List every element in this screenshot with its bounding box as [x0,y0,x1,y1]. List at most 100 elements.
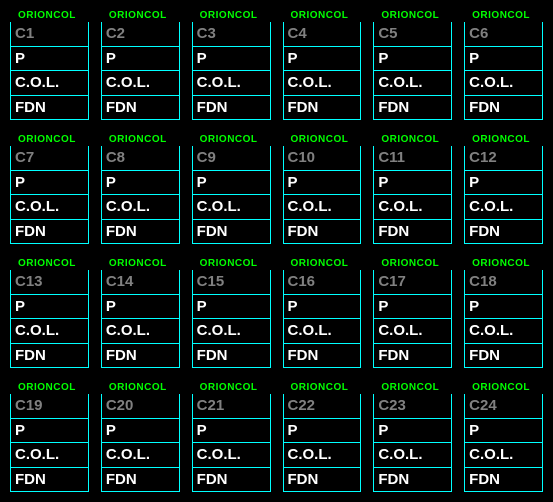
column-block: ORIONCOLC4PC.O.L.FDN [283,10,362,120]
column-block: ORIONCOLC1PC.O.L.FDN [10,10,89,120]
field-row: P [101,419,180,444]
column-block: ORIONCOLC13PC.O.L.FDN [10,258,89,368]
column-id: C16 [283,270,362,295]
field-row: C.O.L. [464,319,543,344]
field-row: FDN [373,220,452,245]
column-id: C22 [283,394,362,419]
field-row: FDN [283,468,362,493]
block-type-label: ORIONCOL [101,382,180,393]
field-row: FDN [10,220,89,245]
block-type-label: ORIONCOL [192,258,271,269]
field-row: C.O.L. [101,319,180,344]
column-grid: ORIONCOLC1PC.O.L.FDNORIONCOLC2PC.O.L.FDN… [10,10,543,492]
field-row: C.O.L. [192,195,271,220]
column-id: C11 [373,146,452,171]
block-type-label: ORIONCOL [373,10,452,21]
field-row: C.O.L. [373,195,452,220]
column-block: ORIONCOLC2PC.O.L.FDN [101,10,180,120]
field-row: P [283,419,362,444]
field-row: C.O.L. [10,71,89,96]
column-id: C13 [10,270,89,295]
column-id: C4 [283,22,362,47]
column-id: C17 [373,270,452,295]
column-id: C12 [464,146,543,171]
field-row: C.O.L. [101,71,180,96]
field-row: P [192,295,271,320]
field-row: FDN [101,96,180,121]
field-row: P [464,171,543,196]
block-type-label: ORIONCOL [464,382,543,393]
column-id: C18 [464,270,543,295]
field-row: C.O.L. [464,71,543,96]
field-row: P [192,47,271,72]
column-block: ORIONCOLC17PC.O.L.FDN [373,258,452,368]
field-row: P [101,47,180,72]
block-type-label: ORIONCOL [283,258,362,269]
field-row: C.O.L. [373,319,452,344]
block-type-label: ORIONCOL [10,258,89,269]
column-id: C19 [10,394,89,419]
block-type-label: ORIONCOL [10,134,89,145]
block-type-label: ORIONCOL [101,134,180,145]
field-row: P [101,295,180,320]
field-row: FDN [283,96,362,121]
field-row: P [373,295,452,320]
block-type-label: ORIONCOL [10,382,89,393]
field-row: FDN [373,96,452,121]
column-block: ORIONCOLC16PC.O.L.FDN [283,258,362,368]
column-id: C3 [192,22,271,47]
field-row: FDN [192,220,271,245]
column-block: ORIONCOLC14PC.O.L.FDN [101,258,180,368]
field-row: P [192,419,271,444]
field-row: P [373,171,452,196]
field-row: FDN [101,344,180,369]
field-row: C.O.L. [373,443,452,468]
field-row: C.O.L. [192,71,271,96]
field-row: P [192,171,271,196]
column-id: C24 [464,394,543,419]
column-block: ORIONCOLC11PC.O.L.FDN [373,134,452,244]
field-row: P [10,419,89,444]
field-row: C.O.L. [10,319,89,344]
field-row: P [283,47,362,72]
field-row: C.O.L. [10,195,89,220]
field-row: FDN [10,96,89,121]
field-row: FDN [373,468,452,493]
field-row: P [464,47,543,72]
column-id: C14 [101,270,180,295]
field-row: FDN [10,468,89,493]
column-block: ORIONCOLC22PC.O.L.FDN [283,382,362,492]
column-block: ORIONCOLC24PC.O.L.FDN [464,382,543,492]
column-block: ORIONCOLC21PC.O.L.FDN [192,382,271,492]
field-row: P [373,419,452,444]
block-type-label: ORIONCOL [192,382,271,393]
column-block: ORIONCOLC15PC.O.L.FDN [192,258,271,368]
field-row: C.O.L. [192,319,271,344]
column-block: ORIONCOLC20PC.O.L.FDN [101,382,180,492]
field-row: C.O.L. [10,443,89,468]
column-id: C2 [101,22,180,47]
column-block: ORIONCOLC18PC.O.L.FDN [464,258,543,368]
block-type-label: ORIONCOL [192,10,271,21]
block-type-label: ORIONCOL [464,134,543,145]
column-block: ORIONCOLC10PC.O.L.FDN [283,134,362,244]
field-row: P [464,419,543,444]
field-row: FDN [101,220,180,245]
field-row: FDN [464,468,543,493]
block-type-label: ORIONCOL [101,10,180,21]
field-row: P [10,47,89,72]
block-type-label: ORIONCOL [10,10,89,21]
field-row: C.O.L. [283,195,362,220]
block-type-label: ORIONCOL [373,382,452,393]
column-block: ORIONCOLC5PC.O.L.FDN [373,10,452,120]
column-id: C15 [192,270,271,295]
field-row: FDN [101,468,180,493]
column-block: ORIONCOLC6PC.O.L.FDN [464,10,543,120]
field-row: C.O.L. [283,71,362,96]
field-row: C.O.L. [283,319,362,344]
field-row: C.O.L. [373,71,452,96]
field-row: FDN [192,96,271,121]
column-block: ORIONCOLC3PC.O.L.FDN [192,10,271,120]
field-row: FDN [373,344,452,369]
column-block: ORIONCOLC8PC.O.L.FDN [101,134,180,244]
